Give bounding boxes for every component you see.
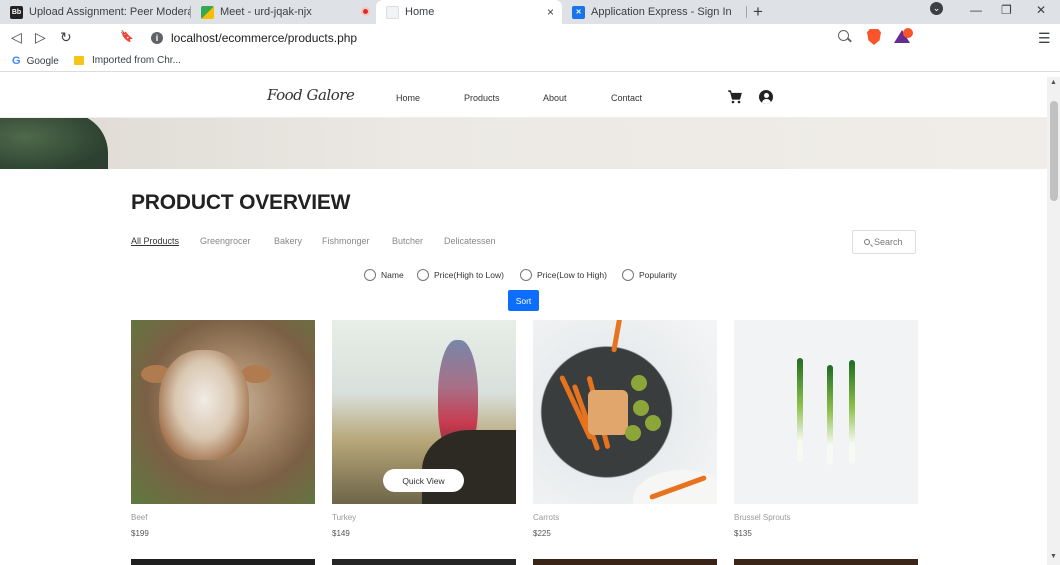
sort-price-low-high-radio[interactable] bbox=[520, 269, 532, 281]
user-account-icon[interactable] bbox=[759, 90, 773, 104]
scroll-down-icon[interactable]: ▼ bbox=[1050, 553, 1057, 560]
hero-banner bbox=[0, 118, 1047, 169]
product-name[interactable]: Brussel Sprouts bbox=[734, 513, 918, 522]
product-card-next-row[interactable] bbox=[131, 559, 315, 565]
image-detail bbox=[797, 358, 803, 462]
product-card[interactable]: Carrots $225 bbox=[533, 320, 717, 538]
banner-image bbox=[0, 118, 108, 169]
image-detail bbox=[159, 350, 249, 460]
product-image-beef[interactable] bbox=[131, 320, 315, 504]
tab-separator bbox=[746, 6, 747, 18]
product-card[interactable]: Brussel Sprouts $135 bbox=[734, 320, 918, 538]
reload-button[interactable]: ↻ bbox=[60, 29, 72, 46]
browser-menu-icon[interactable]: ☰ bbox=[1038, 30, 1051, 47]
bookmark-google[interactable]: G Google bbox=[12, 55, 59, 67]
tab-meet[interactable]: Meet - urd-jqak-njx bbox=[191, 0, 376, 24]
cart-icon[interactable] bbox=[728, 90, 742, 104]
product-image-carrots[interactable] bbox=[533, 320, 717, 504]
address-bar[interactable]: i localhost/ecommerce/products.php bbox=[145, 27, 915, 49]
minimize-button[interactable]: — bbox=[970, 3, 982, 17]
quick-view-button[interactable]: Quick View bbox=[383, 469, 464, 492]
scroll-up-icon[interactable]: ▲ bbox=[1050, 79, 1057, 86]
forward-button[interactable]: ▷ bbox=[35, 29, 46, 46]
nav-contact[interactable]: Contact bbox=[611, 93, 642, 103]
image-detail bbox=[625, 425, 641, 441]
filter-fishmonger[interactable]: Fishmonger bbox=[322, 236, 370, 246]
product-price: $225 bbox=[533, 529, 551, 538]
tab-application-express[interactable]: ✕ Application Express - Sign In bbox=[562, 0, 747, 24]
tab-upload-assignment[interactable]: Bb Upload Assignment: Peer Moderation bbox=[0, 0, 190, 24]
product-image-brussel-sprouts[interactable] bbox=[734, 320, 918, 504]
browser-tab-bar: Bb Upload Assignment: Peer Moderation Me… bbox=[0, 0, 1060, 24]
zoom-icon[interactable] bbox=[838, 30, 849, 41]
image-detail bbox=[588, 390, 628, 435]
sort-price-high-low-radio[interactable] bbox=[417, 269, 429, 281]
tab-home[interactable]: Home × bbox=[376, 0, 562, 24]
image-detail bbox=[631, 375, 647, 391]
site-info-icon[interactable]: i bbox=[151, 32, 163, 44]
google-icon: G bbox=[12, 55, 21, 67]
filter-greengrocer[interactable]: Greengrocer bbox=[200, 236, 251, 246]
nav-about[interactable]: About bbox=[543, 93, 567, 103]
sort-price-high-low-option[interactable]: Price(High to Low) bbox=[417, 269, 504, 281]
product-price: $135 bbox=[734, 529, 752, 538]
tab-search-icon[interactable]: ⌄ bbox=[930, 2, 943, 15]
product-image-turkey[interactable]: Quick View bbox=[332, 320, 516, 504]
filter-butcher[interactable]: Butcher bbox=[392, 236, 423, 246]
product-card-next-row[interactable] bbox=[332, 559, 516, 565]
sort-options: Name Price(High to Low) Price(Low to Hig… bbox=[0, 269, 1047, 283]
product-name[interactable]: Turkey bbox=[332, 513, 516, 522]
close-tab-icon[interactable]: × bbox=[547, 5, 554, 19]
sort-name-radio[interactable] bbox=[364, 269, 376, 281]
nav-home[interactable]: Home bbox=[396, 93, 420, 103]
product-card-next-row[interactable] bbox=[533, 559, 717, 565]
meet-icon bbox=[201, 5, 214, 19]
window-close-button[interactable]: ✕ bbox=[1036, 3, 1046, 17]
folder-icon bbox=[74, 56, 84, 65]
product-name[interactable]: Beef bbox=[131, 513, 315, 522]
sort-button[interactable]: Sort bbox=[508, 290, 539, 311]
page-viewport: Food Galore Home Products About Contact … bbox=[0, 77, 1047, 565]
sort-price-low-high-option[interactable]: Price(Low to High) bbox=[520, 269, 607, 281]
bookmarks-bar: G Google Imported from Chr... bbox=[0, 52, 1060, 72]
blackboard-icon: Bb bbox=[10, 5, 23, 19]
filter-all-products[interactable]: All Products bbox=[131, 236, 179, 246]
site-logo[interactable]: Food Galore bbox=[267, 86, 355, 104]
filter-bakery[interactable]: Bakery bbox=[274, 236, 302, 246]
product-card-next-row[interactable] bbox=[734, 559, 918, 565]
image-detail bbox=[422, 430, 516, 504]
sort-popularity-radio[interactable] bbox=[622, 269, 634, 281]
product-card[interactable]: Quick View Turkey $149 bbox=[332, 320, 516, 538]
image-detail bbox=[611, 320, 625, 353]
site-header: Food Galore Home Products About Contact bbox=[0, 77, 1047, 118]
rewards-badge bbox=[903, 28, 913, 38]
apex-icon: ✕ bbox=[572, 5, 585, 19]
product-price: $199 bbox=[131, 529, 149, 538]
search-icon bbox=[864, 239, 870, 245]
nav-products[interactable]: Products bbox=[464, 93, 500, 103]
url-text: localhost/ecommerce/products.php bbox=[171, 31, 358, 45]
sort-popularity-option[interactable]: Popularity bbox=[622, 269, 677, 281]
image-detail bbox=[849, 360, 855, 464]
scrollbar-thumb[interactable] bbox=[1050, 101, 1058, 201]
product-price: $149 bbox=[332, 529, 350, 538]
page-icon bbox=[386, 5, 399, 19]
page-title: PRODUCT OVERVIEW bbox=[131, 191, 351, 214]
product-card[interactable]: Beef $199 bbox=[131, 320, 315, 538]
bookmark-imported-folder[interactable]: Imported from Chr... bbox=[74, 55, 181, 66]
sort-name-option[interactable]: Name bbox=[364, 269, 404, 281]
product-name[interactable]: Carrots bbox=[533, 513, 717, 522]
image-detail bbox=[827, 365, 833, 465]
back-button[interactable]: ◁ bbox=[11, 29, 22, 46]
filter-delicatessen[interactable]: Delicatessen bbox=[444, 236, 496, 246]
image-detail bbox=[633, 400, 649, 416]
page-scrollbar[interactable]: ▲ ▼ bbox=[1047, 77, 1060, 565]
image-detail bbox=[645, 415, 661, 431]
new-tab-button[interactable]: + bbox=[753, 2, 763, 22]
bookmark-page-button[interactable]: 🔖 bbox=[120, 30, 134, 43]
restore-button[interactable]: ❐ bbox=[1001, 3, 1012, 17]
recording-indicator-icon bbox=[361, 7, 370, 16]
search-button[interactable]: Search bbox=[852, 230, 916, 254]
browser-toolbar: ◁ ▷ ↻ 🔖 i localhost/ecommerce/products.p… bbox=[0, 24, 1060, 52]
